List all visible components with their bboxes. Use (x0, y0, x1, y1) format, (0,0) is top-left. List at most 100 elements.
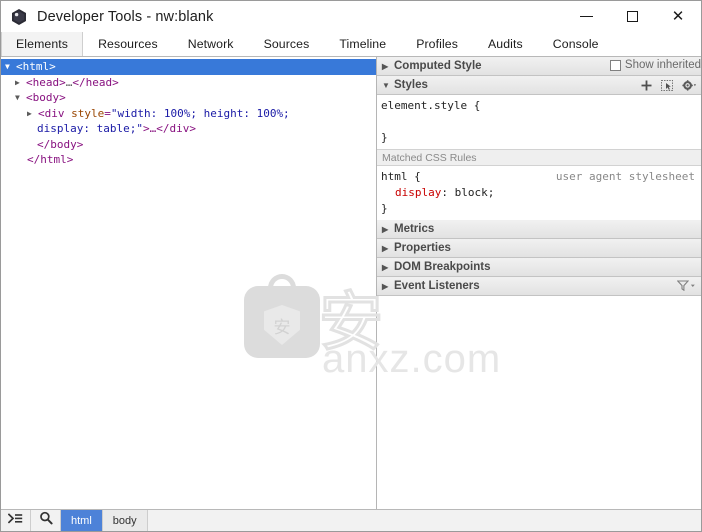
console-drawer-icon (7, 512, 23, 530)
dom-tree: ▼ <html> ▶ <head>…</head> ▼ <body> ▶ <div st… (1, 57, 376, 168)
breadcrumb-html[interactable]: html (61, 510, 103, 531)
css-rule-source[interactable]: user agent stylesheet (556, 169, 695, 185)
properties-section-header[interactable]: ▶ Properties (377, 239, 701, 258)
dom-attr-value-part2: display: table;" (37, 122, 143, 135)
computed-style-section-header[interactable]: ▶ Computed Style Show inherited (377, 57, 701, 76)
dom-node-label: <head> (26, 75, 66, 89)
maximize-icon (626, 11, 638, 22)
tab-label: Sources (263, 37, 310, 51)
css-rule-html[interactable]: html { user agent stylesheet display: bl… (377, 166, 701, 220)
expand-triangle-icon[interactable]: ▶ (15, 75, 26, 91)
event-listeners-label: Event Listeners (394, 280, 480, 292)
matched-css-rules-label: Matched CSS Rules (382, 151, 477, 164)
dom-node-label: <html> (16, 60, 56, 73)
element-style-close-brace: } (381, 131, 388, 144)
tab-label: Console (552, 37, 599, 51)
tab-label: Audits (488, 37, 523, 51)
element-style-rule[interactable]: element.style { } (377, 95, 701, 149)
devtools-window: Developer Tools - nw:blank ✕ Elements Re… (0, 0, 702, 532)
expand-triangle-icon[interactable]: ▶ (27, 106, 38, 122)
metrics-label: Metrics (394, 223, 435, 235)
breadcrumb-body[interactable]: body (102, 510, 148, 531)
title-bar[interactable]: Developer Tools - nw:blank ✕ (1, 1, 701, 32)
minimize-icon (579, 16, 593, 17)
element-style-selector: element.style { (381, 99, 481, 112)
collapse-triangle-icon[interactable]: ▼ (382, 81, 394, 90)
expand-triangle-icon[interactable]: ▶ (382, 263, 394, 272)
show-inherited-checkbox[interactable] (609, 59, 621, 71)
styles-label: Styles (394, 79, 428, 91)
dom-node-div-cont[interactable]: display: table;">…</div> (1, 121, 376, 137)
window-title: Developer Tools - nw:blank (37, 8, 214, 25)
breadcrumb-label: body (112, 514, 137, 527)
filter-icon[interactable] (677, 280, 696, 291)
expand-triangle-icon[interactable]: ▶ (382, 282, 394, 291)
css-property-name: display (395, 186, 442, 199)
tab-timeline[interactable]: Timeline (324, 32, 401, 56)
console-drawer-button[interactable] (1, 510, 31, 531)
dom-node-html-close[interactable]: </html> (1, 152, 376, 168)
tab-label: Resources (98, 37, 158, 51)
metrics-section-header[interactable]: ▶ Metrics (377, 220, 701, 239)
tab-elements[interactable]: Elements (1, 32, 84, 56)
show-inherited-control[interactable]: Show inherited (609, 59, 701, 71)
event-listeners-section-header[interactable]: ▶ Event Listeners (377, 277, 701, 296)
tab-label: Timeline (339, 37, 387, 51)
collapse-triangle-icon[interactable]: ▼ (15, 90, 26, 106)
expand-triangle-icon[interactable]: ▶ (382, 244, 394, 253)
dom-node-body-close[interactable]: </body> (1, 137, 376, 153)
dom-node-label: <body> (26, 91, 66, 104)
css-declaration[interactable]: display: block; (381, 185, 701, 201)
main-content: ▼ <html> ▶ <head>…</head> ▼ <body> ▶ <div st… (1, 57, 701, 509)
dom-node-label: </html> (27, 153, 74, 166)
tab-audits[interactable]: Audits (473, 32, 538, 56)
properties-label: Properties (394, 242, 451, 254)
dom-attr-value-part1: "width: 100%; height: 100%; (110, 106, 290, 120)
styles-toolbar (641, 76, 697, 95)
expand-triangle-icon[interactable]: ▶ (382, 225, 394, 234)
styles-section-header[interactable]: ▼ Styles (377, 76, 701, 95)
search-icon (39, 511, 53, 530)
dom-node-html-open[interactable]: ▼ <html> (1, 59, 376, 75)
element-state-icon[interactable] (661, 80, 673, 91)
nwjs-hexagon-icon (10, 8, 28, 26)
dom-node-body-open[interactable]: ▼ <body> (1, 90, 376, 106)
dom-tree-pane[interactable]: ▼ <html> ▶ <head>…</head> ▼ <body> ▶ <div st… (1, 57, 376, 509)
dom-node-label: </body> (37, 137, 84, 151)
dom-node-close-label: </head> (72, 75, 119, 89)
dom-node-div[interactable]: ▶ <div style="width: 100%; height: 100%; (1, 106, 376, 122)
css-rule-close-brace: } (381, 202, 388, 215)
computed-style-label: Computed Style (394, 60, 482, 72)
collapse-triangle-icon[interactable]: ▼ (5, 59, 16, 75)
tab-label: Profiles (416, 37, 458, 51)
minimize-button[interactable] (563, 1, 609, 32)
maximize-button[interactable] (609, 1, 655, 32)
tab-profiles[interactable]: Profiles (401, 32, 473, 56)
close-icon: ✕ (671, 8, 685, 25)
tab-console[interactable]: Console (538, 32, 614, 56)
gear-icon[interactable] (682, 80, 697, 91)
status-bar: html body (1, 509, 701, 531)
dom-node-label: <div (38, 106, 65, 120)
styles-sidebar: ▶ Computed Style Show inherited ▼ Styles (377, 57, 701, 509)
tab-label: Elements (16, 37, 69, 51)
dom-breakpoints-label: DOM Breakpoints (394, 261, 491, 273)
dom-attr-name: style (71, 106, 105, 120)
tab-label: Network (187, 37, 234, 51)
dom-breakpoints-section-header[interactable]: ▶ DOM Breakpoints (377, 258, 701, 277)
window-controls: ✕ (563, 1, 701, 32)
dom-node-div-tail: >…</div> (142, 122, 196, 135)
tab-network[interactable]: Network (173, 32, 249, 56)
tab-sources[interactable]: Sources (249, 32, 325, 56)
show-inherited-label: Show inherited (624, 59, 701, 71)
tab-resources[interactable]: Resources (83, 32, 173, 56)
close-button[interactable]: ✕ (655, 1, 701, 32)
matched-css-rules-header: Matched CSS Rules (377, 149, 701, 166)
dom-node-head[interactable]: ▶ <head>…</head> (1, 75, 376, 91)
devtools-tab-bar: Elements Resources Network Sources Timel… (1, 32, 701, 57)
plus-icon[interactable] (641, 80, 652, 91)
element-style-empty-line[interactable] (381, 114, 701, 130)
search-button[interactable] (31, 510, 61, 531)
breadcrumb-label: html (71, 514, 92, 527)
expand-triangle-icon[interactable]: ▶ (382, 62, 394, 71)
